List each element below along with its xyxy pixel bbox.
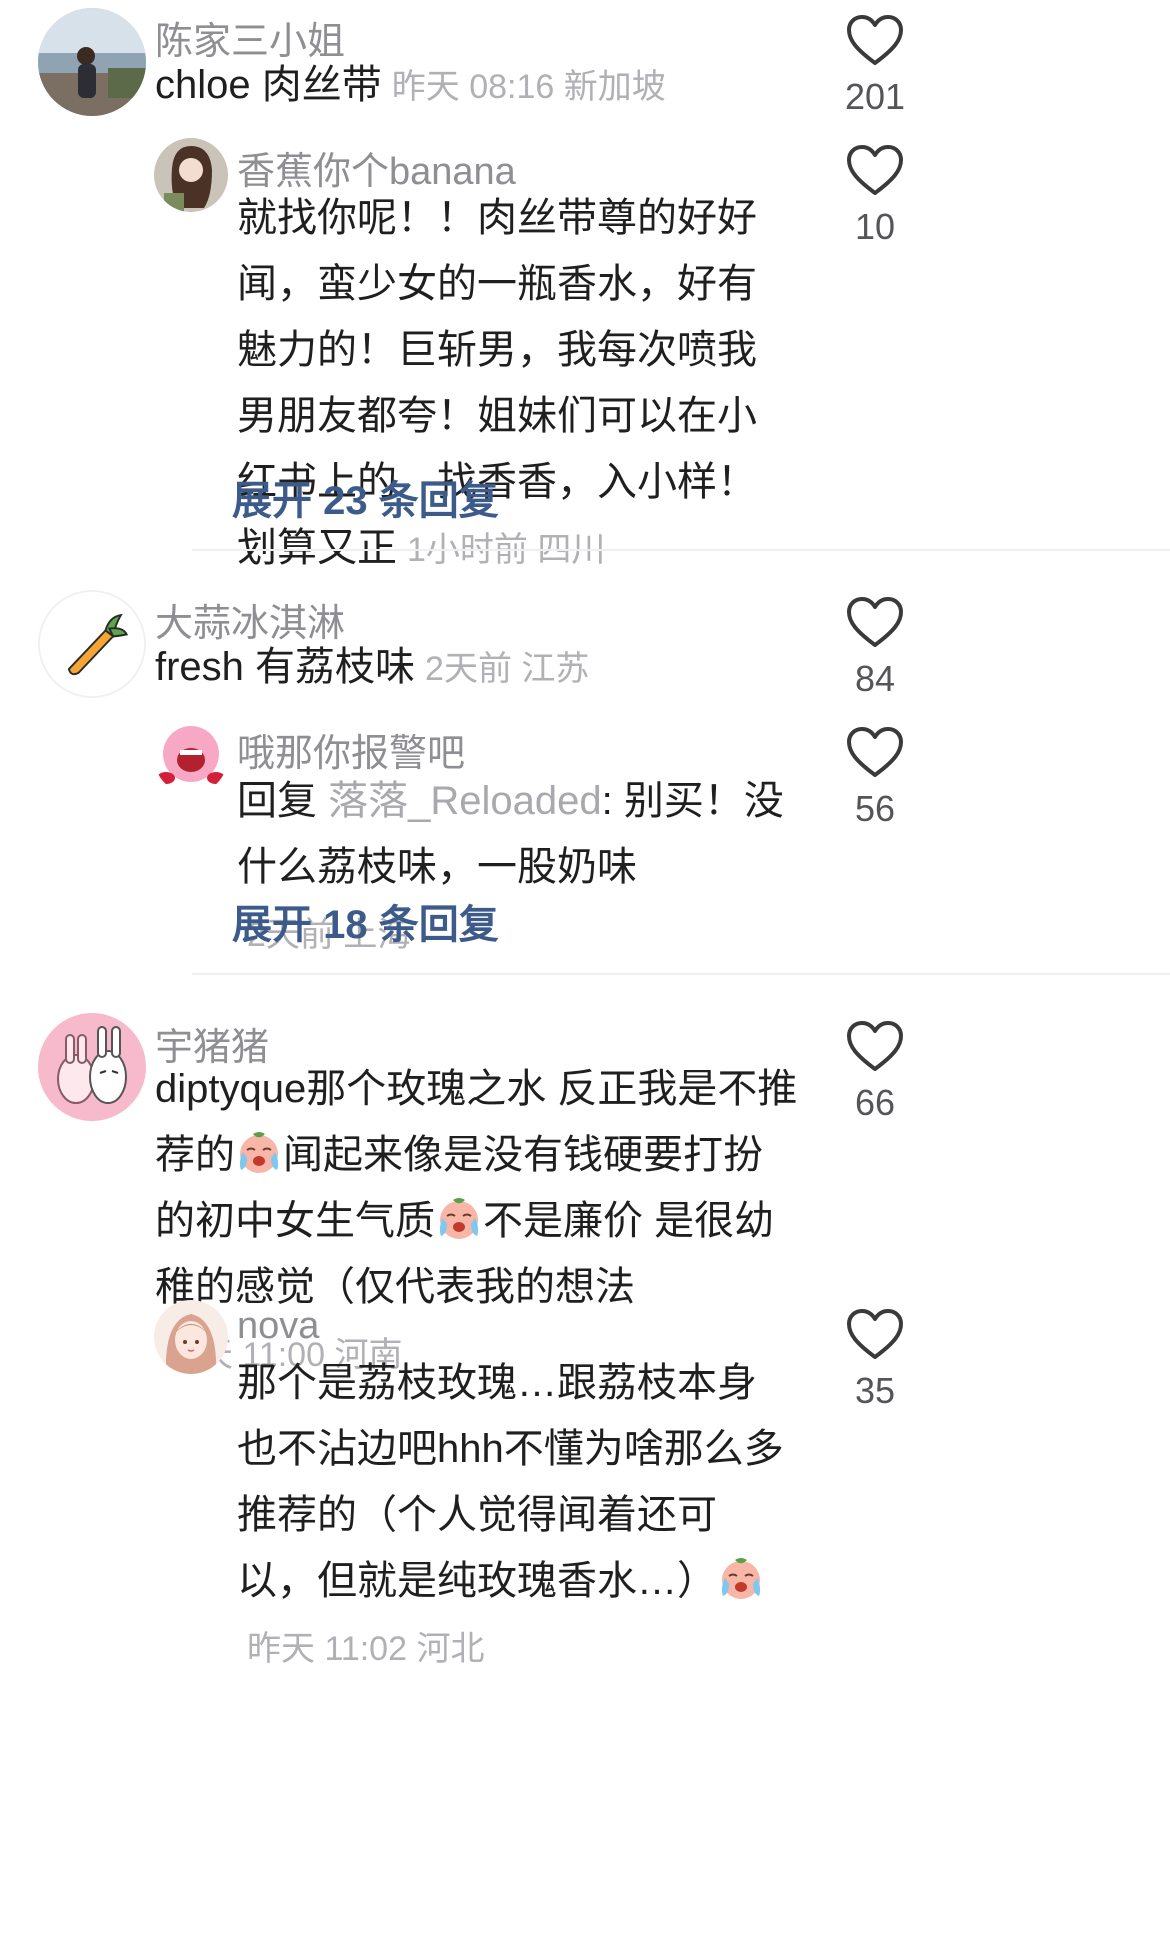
reply-meta: 昨天 11:02 河北	[247, 1630, 485, 1668]
like-button[interactable]: 201	[825, 14, 925, 118]
heart-outline-icon	[846, 596, 904, 648]
like-count: 35	[854, 1370, 896, 1411]
heart-outline-icon	[846, 14, 904, 66]
like-button[interactable]: 66	[825, 1020, 925, 1124]
comment-meta: 昨天 08:16 新加坡	[391, 68, 666, 106]
reply-to-username[interactable]: 落落_Reloaded	[328, 779, 602, 823]
heart-outline-icon	[846, 1308, 904, 1360]
avatar[interactable]	[154, 138, 228, 212]
divider	[192, 549, 1170, 551]
like-button[interactable]: 10	[825, 144, 925, 248]
like-count: 56	[854, 788, 896, 829]
like-button[interactable]: 84	[825, 596, 925, 700]
divider	[192, 973, 1170, 975]
heart-outline-icon	[846, 1020, 904, 1072]
comment-text: chloe 肉丝带 昨天 08:16 新加坡	[155, 63, 666, 107]
avatar[interactable]	[38, 8, 146, 116]
avatar[interactable]	[154, 720, 228, 794]
expand-replies-button[interactable]: 展开 18 条回复	[232, 892, 499, 950]
crying-face-emoji-icon	[235, 1128, 283, 1176]
comment-text: fresh 有荔枝味 2天前 江苏	[155, 645, 590, 689]
like-count: 201	[844, 76, 906, 117]
crying-face-emoji-icon	[717, 1554, 765, 1602]
avatar[interactable]	[154, 1300, 228, 1374]
like-count: 10	[854, 206, 896, 247]
heart-outline-icon	[846, 726, 904, 778]
crying-face-emoji-icon	[435, 1194, 483, 1242]
like-button[interactable]: 56	[825, 726, 925, 830]
reply-prefix: 回复	[237, 779, 317, 823]
avatar[interactable]	[38, 1013, 146, 1121]
like-button[interactable]: 35	[825, 1308, 925, 1412]
like-count: 66	[854, 1082, 896, 1123]
reply-text: 那个是荔枝玫瑰…跟荔枝本身也不沾边吧hhh不懂为啥那么多推荐的（个人觉得闻着还可…	[237, 1361, 784, 1668]
avatar[interactable]	[38, 590, 146, 698]
heart-outline-icon	[846, 144, 904, 196]
expand-replies-button[interactable]: 展开 23 条回复	[232, 468, 499, 526]
comment-meta: 2天前 江苏	[425, 650, 590, 688]
reply-username[interactable]: nova	[237, 1305, 319, 1348]
like-count: 84	[854, 658, 896, 699]
